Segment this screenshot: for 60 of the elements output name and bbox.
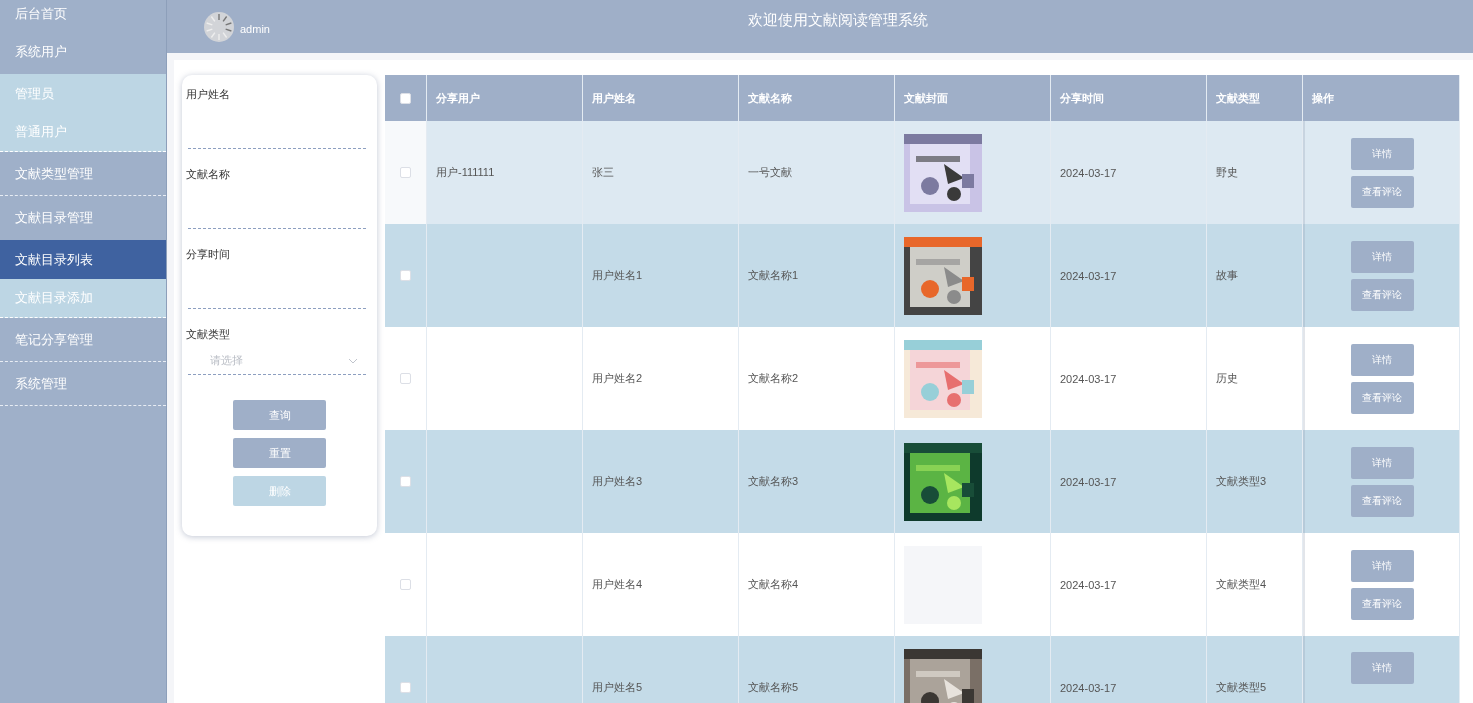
field-label: 文献名称	[186, 167, 231, 181]
sidebar-item[interactable]: 文献目录添加	[0, 279, 166, 318]
table-cell: 文献类型5	[1216, 680, 1267, 695]
column-header: 用户姓名	[592, 90, 636, 106]
table-cell: 2024-03-17	[1060, 166, 1117, 179]
page-title: 欢迎使用文献阅读管理系统	[747, 11, 929, 30]
column-header: 文献类型	[1216, 90, 1260, 106]
sidebar-item[interactable]: 普通用户	[0, 113, 166, 152]
table-cell: 张三	[592, 165, 614, 180]
comments-button[interactable]: 查看评论	[1350, 278, 1414, 311]
comments-button[interactable]: 查看评论	[1350, 587, 1414, 620]
table-cell: 文献类型3	[1216, 474, 1267, 489]
table-cell: 野史	[1216, 165, 1238, 180]
table-cell: 用户姓名1	[592, 268, 643, 283]
field-label: 用户姓名	[186, 87, 231, 101]
table-cell: 用户姓名3	[592, 474, 643, 489]
table-cell: 文献名称1	[748, 268, 799, 283]
field-label: 分享时间	[186, 247, 231, 261]
table-cell: 文献名称3	[748, 474, 799, 489]
table-cell: 文献名称2	[748, 371, 799, 386]
field-label: 文献类型	[186, 327, 231, 341]
user-name: admin	[240, 22, 270, 35]
table-row[interactable]: 用户姓名1 文献名称1 2024-03-17 故事 详情 查看评论	[385, 224, 1460, 327]
column-header: 分享用户	[436, 90, 480, 106]
column-header: 分享时间	[1060, 90, 1104, 106]
table-cell: 2024-03-17	[1060, 578, 1117, 591]
sidebar-item[interactable]: 文献目录列表	[0, 240, 166, 279]
table-cell: 故事	[1216, 268, 1238, 283]
detail-button[interactable]: 详情	[1350, 240, 1414, 273]
comments-button[interactable]: 查看评论	[1350, 175, 1414, 208]
reset-button[interactable]: 重置	[233, 438, 326, 468]
column-header: 文献封面	[904, 90, 948, 106]
table-row[interactable]: 用户姓名3 文献名称3 2024-03-17 文献类型3 详情 查看评论	[385, 430, 1460, 533]
column-header: 操作	[1312, 90, 1334, 106]
table-cell: 2024-03-17	[1060, 269, 1117, 282]
table-row[interactable]: 用户姓名5 文献名称5 2024-03-17 文献类型5 详情	[385, 636, 1460, 703]
table-row[interactable]: 用户-111111 张三 一号文献 2024-03-17 野史 详情 查看评论	[385, 121, 1460, 224]
table-cell: 文献名称4	[748, 577, 799, 592]
column-header: 文献名称	[748, 90, 792, 106]
table-cell: 文献类型4	[1216, 577, 1267, 592]
table-cell: 2024-03-17	[1060, 681, 1117, 694]
table-cell: 文献名称5	[748, 680, 799, 695]
table-cell: 用户姓名2	[592, 371, 643, 386]
comments-button[interactable]: 查看评论	[1350, 381, 1414, 414]
table-cell: 2024-03-17	[1060, 475, 1117, 488]
detail-button[interactable]: 详情	[1350, 446, 1414, 479]
detail-button[interactable]: 详情	[1350, 549, 1414, 582]
table-cell: 一号文献	[748, 165, 792, 180]
table-cell: 2024-03-17	[1060, 372, 1117, 385]
table-cell: 用户姓名5	[592, 680, 643, 695]
detail-button[interactable]: 详情	[1350, 343, 1414, 376]
sidebar-item[interactable]: 管理员	[0, 74, 166, 113]
table-cell: 用户-111111	[436, 165, 495, 180]
table-cell: 历史	[1216, 371, 1238, 386]
detail-button[interactable]: 详情	[1350, 137, 1414, 170]
search-button[interactable]: 查询	[233, 400, 326, 430]
select-field[interactable]: 请选择	[188, 347, 366, 375]
detail-button[interactable]: 详情	[1350, 652, 1414, 684]
comments-button[interactable]: 查看评论	[1350, 484, 1414, 517]
table-cell: 用户姓名4	[592, 577, 643, 592]
